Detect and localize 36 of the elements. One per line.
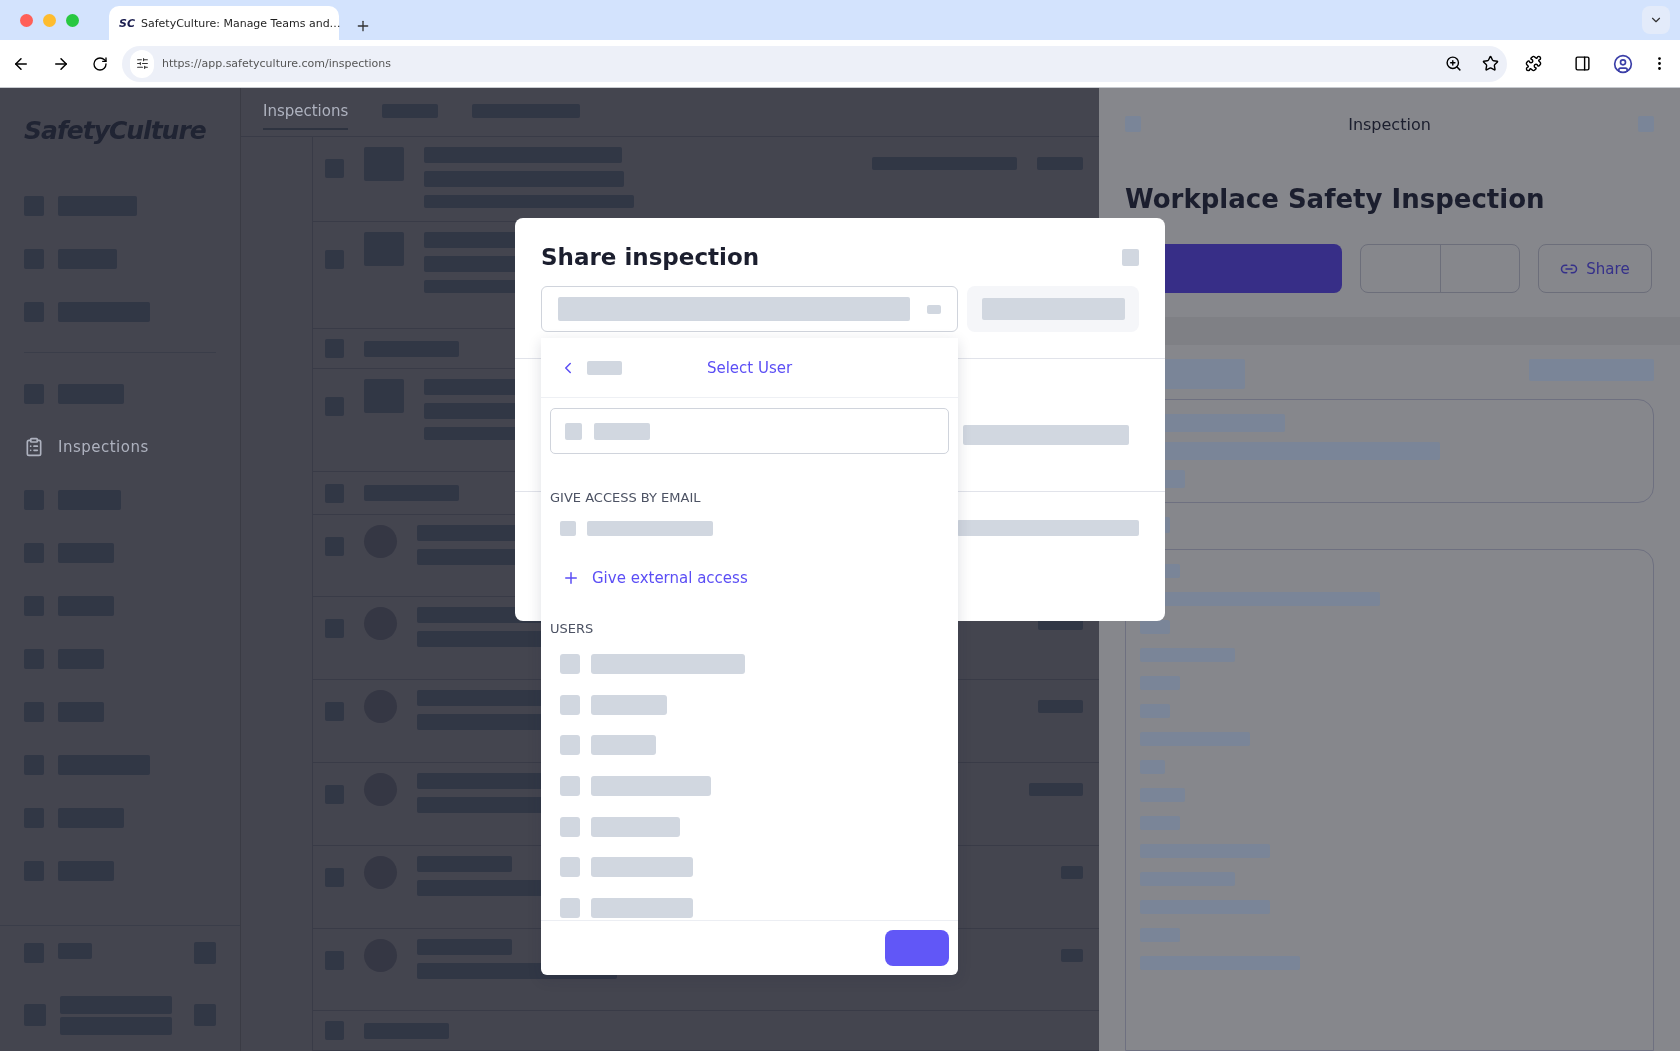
site-logo: SC [119, 16, 135, 30]
section-heading: USERS [549, 621, 595, 636]
reload-icon[interactable] [92, 55, 108, 72]
redacted-bar [1140, 620, 1170, 634]
zoom-icon[interactable] [1445, 55, 1462, 72]
side-panel-icon[interactable] [1574, 55, 1591, 72]
browser-tab[interactable]: SC SafetyCulture: Manage Teams and… [109, 6, 339, 40]
sidebar-item[interactable]: Inspections [24, 420, 216, 473]
confirm-button[interactable] [885, 930, 949, 966]
inspection-title: Workplace Safety Inspection [1125, 184, 1546, 214]
redacted-bar [587, 360, 622, 375]
tab[interactable]: Inspections [263, 94, 349, 130]
share-button[interactable]: Share [1538, 244, 1652, 293]
redacted-bar [560, 857, 580, 878]
redacted-block [1122, 248, 1139, 266]
site-settings-icon[interactable] [135, 57, 149, 70]
redacted-bar [927, 304, 941, 314]
section-heading: GIVE ACCESS BY EMAIL [549, 490, 702, 505]
select-field[interactable] [541, 286, 958, 332]
extensions-icon[interactable] [1525, 55, 1542, 72]
plus-icon [562, 569, 580, 587]
profile-icon[interactable] [1613, 53, 1633, 74]
bookmark-star-icon[interactable] [1482, 55, 1499, 72]
dropdown-title: Select User [706, 358, 793, 377]
address-bar[interactable]: https://app.safetyculture.com/inspections [122, 45, 1507, 82]
redacted-bar [591, 735, 656, 756]
tab-title: SafetyCulture: Manage Teams and… [141, 16, 341, 30]
give-external-access-link[interactable]: Give external access [541, 555, 958, 601]
redacted-bar [560, 816, 580, 837]
search-field[interactable] [550, 408, 949, 454]
redacted-bar [560, 735, 580, 756]
redacted-bar [560, 654, 580, 675]
dialog-title: Share inspection [541, 244, 760, 270]
clipboard-icon [24, 436, 44, 457]
panel-header: Inspection [1348, 114, 1431, 134]
new-tab-icon[interactable] [355, 18, 371, 34]
